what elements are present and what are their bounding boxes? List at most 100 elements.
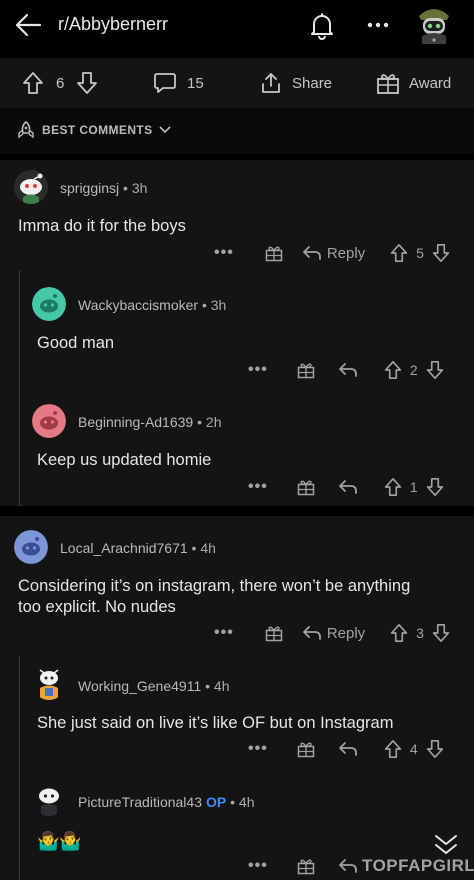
- more-icon[interactable]: •••: [214, 625, 234, 641]
- comment-body: 🤷‍♂️🤷‍♂️: [37, 831, 82, 851]
- more-icon[interactable]: •••: [214, 245, 234, 261]
- upvote-icon[interactable]: [384, 477, 402, 497]
- comment-time: 2h: [205, 414, 222, 430]
- notifications-button[interactable]: [306, 9, 338, 43]
- reply-label: Reply: [326, 244, 366, 262]
- reply-button[interactable]: Reply: [302, 245, 365, 262]
- downvote-icon[interactable]: [432, 243, 450, 263]
- comment-username[interactable]: PictureTraditional43: [78, 794, 202, 810]
- upvote-icon[interactable]: [390, 243, 408, 263]
- bell-icon: [311, 13, 333, 40]
- award-icon[interactable]: [296, 739, 316, 759]
- award-icon[interactable]: [264, 623, 284, 643]
- meta-separator: •: [123, 180, 128, 196]
- thread-line: [19, 656, 20, 880]
- subreddit-title[interactable]: r/Abbybernerr: [58, 14, 168, 35]
- avatar[interactable]: [32, 404, 66, 438]
- vote-count: 5: [416, 245, 424, 261]
- post-vote-count: 6: [56, 74, 65, 92]
- thread-line: [19, 270, 20, 506]
- avatar[interactable]: [32, 287, 66, 321]
- top-bar: r/Abbybernerr: [0, 0, 474, 52]
- comments-button[interactable]: 15: [153, 58, 204, 108]
- thread-separator: [0, 506, 474, 516]
- share-button[interactable]: Share: [259, 58, 332, 108]
- snoo-avatar-icon: [32, 404, 66, 438]
- award-icon[interactable]: [296, 856, 316, 876]
- comment-time: 3h: [131, 180, 148, 196]
- downvote-icon[interactable]: [426, 739, 444, 759]
- more-options-button[interactable]: [362, 10, 394, 40]
- more-icon[interactable]: •••: [248, 479, 268, 495]
- reply-icon[interactable]: [338, 741, 358, 757]
- more-icon: [367, 22, 389, 28]
- avatar[interactable]: [32, 666, 66, 700]
- meta-separator: •: [191, 540, 197, 556]
- award-icon[interactable]: [264, 243, 284, 263]
- snoo-avatar-icon: [14, 530, 48, 564]
- rocket-icon: [18, 120, 34, 139]
- comment-username[interactable]: Beginning-Ad1639: [78, 414, 193, 430]
- reply-button[interactable]: Reply: [302, 625, 365, 642]
- user-avatar-icon: [419, 9, 449, 44]
- more-icon[interactable]: •••: [248, 741, 268, 757]
- comment-count: 15: [187, 74, 204, 92]
- comment-meta: PictureTraditional43 OP • 4h: [78, 794, 255, 810]
- more-icon[interactable]: •••: [248, 858, 268, 874]
- snoo-avatar-icon: [32, 782, 66, 816]
- reply-icon[interactable]: [338, 479, 358, 495]
- meta-separator: •: [230, 794, 236, 810]
- reply-icon: [302, 626, 321, 640]
- comment-thread: spriggins​j • 3h Imma do it for the boys…: [0, 160, 474, 506]
- comment-time: 4h: [213, 678, 230, 694]
- double-chevron-down-icon: [435, 835, 457, 854]
- comment-body: Good man: [37, 334, 115, 352]
- post-action-bar: 6 15 Share Award: [0, 58, 474, 108]
- comment-body: Imma do it for the boys: [18, 217, 186, 235]
- snoo-avatar-icon: [32, 287, 66, 321]
- share-icon: [262, 73, 280, 93]
- downvote-icon[interactable]: [432, 623, 450, 643]
- reply-label: Reply: [326, 624, 366, 642]
- snoo-avatar-icon: [14, 170, 48, 204]
- downvote-icon[interactable]: [426, 360, 444, 380]
- collapse-thread-button[interactable]: [432, 832, 460, 858]
- comment-actions: ••• 4: [248, 737, 444, 761]
- comment-actions: ••• Reply 5: [214, 241, 450, 265]
- reply-icon[interactable]: [338, 362, 358, 378]
- avatar[interactable]: [32, 782, 66, 816]
- comment-icon: [154, 73, 176, 93]
- meta-separator: •: [201, 297, 207, 313]
- award-icon[interactable]: [296, 477, 316, 497]
- comment-thread: Local_Arachnid7671 • 4h Considering it’s…: [0, 516, 474, 880]
- comment-actions: ••• 1: [248, 475, 444, 499]
- award-icon: [377, 74, 399, 94]
- reply-icon[interactable]: [338, 858, 358, 874]
- post-vote-group: 6: [22, 58, 98, 108]
- vote-count: 4: [409, 741, 418, 757]
- meta-separator: •: [197, 414, 203, 430]
- user-avatar-button[interactable]: [414, 2, 454, 44]
- upvote-icon[interactable]: [384, 739, 402, 759]
- comment-username[interactable]: Wackybaccismoker: [78, 297, 198, 313]
- comment-meta: Wackybaccismoker • 3h: [78, 297, 226, 313]
- back-button[interactable]: [10, 8, 46, 42]
- downvote-icon[interactable]: [426, 477, 444, 497]
- award-icon[interactable]: [296, 360, 316, 380]
- more-icon[interactable]: •••: [248, 362, 268, 378]
- comment-username[interactable]: spriggins​j: [60, 180, 119, 196]
- meta-separator: •: [205, 678, 211, 694]
- comment-body: She just said on live it’s like OF but o…: [37, 714, 394, 732]
- sort-selector[interactable]: BEST COMMENTS: [16, 120, 171, 140]
- avatar[interactable]: [14, 530, 48, 564]
- upvote-icon[interactable]: [384, 360, 402, 380]
- award-button[interactable]: Award: [376, 58, 451, 108]
- upvote-icon[interactable]: [22, 71, 44, 95]
- comment-meta: Working_Gene4911 • 4h: [78, 678, 230, 694]
- avatar[interactable]: [14, 170, 48, 204]
- upvote-icon[interactable]: [390, 623, 408, 643]
- comment-username[interactable]: Working_Gene4911: [78, 678, 201, 694]
- comment-meta: Local_Arachnid7671 • 4h: [60, 540, 216, 556]
- downvote-icon[interactable]: [76, 71, 98, 95]
- comment-username[interactable]: Local_Arachnid7671: [60, 540, 188, 556]
